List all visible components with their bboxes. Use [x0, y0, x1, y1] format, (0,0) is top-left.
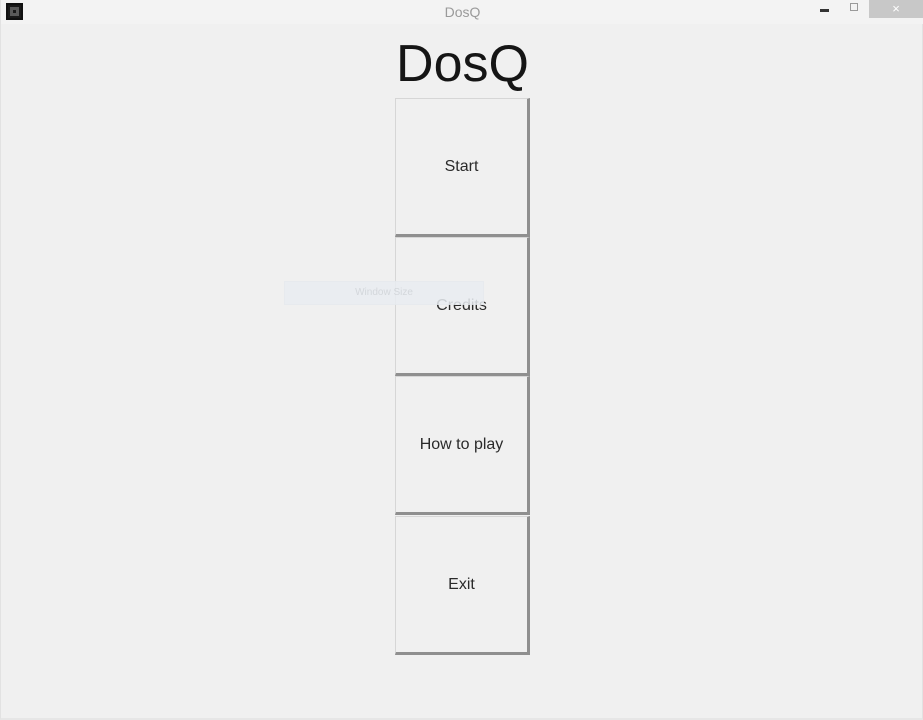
- minimize-icon[interactable]: [811, 0, 837, 18]
- close-icon[interactable]: ×: [869, 0, 923, 18]
- window-title: DosQ: [444, 4, 481, 20]
- app-heading: DosQ: [396, 35, 529, 93]
- exit-button[interactable]: Exit: [395, 516, 530, 655]
- how-to-play-button[interactable]: How to play: [395, 376, 530, 515]
- title-bar[interactable]: DosQ ×: [1, 0, 923, 24]
- start-button[interactable]: Start: [395, 98, 530, 237]
- tooltip: Window Size: [284, 281, 484, 305]
- credits-button[interactable]: Credits: [395, 237, 530, 376]
- maximize-icon[interactable]: [843, 0, 867, 18]
- app-window: DosQ × DosQ Start Credits How to play Ex…: [0, 0, 923, 720]
